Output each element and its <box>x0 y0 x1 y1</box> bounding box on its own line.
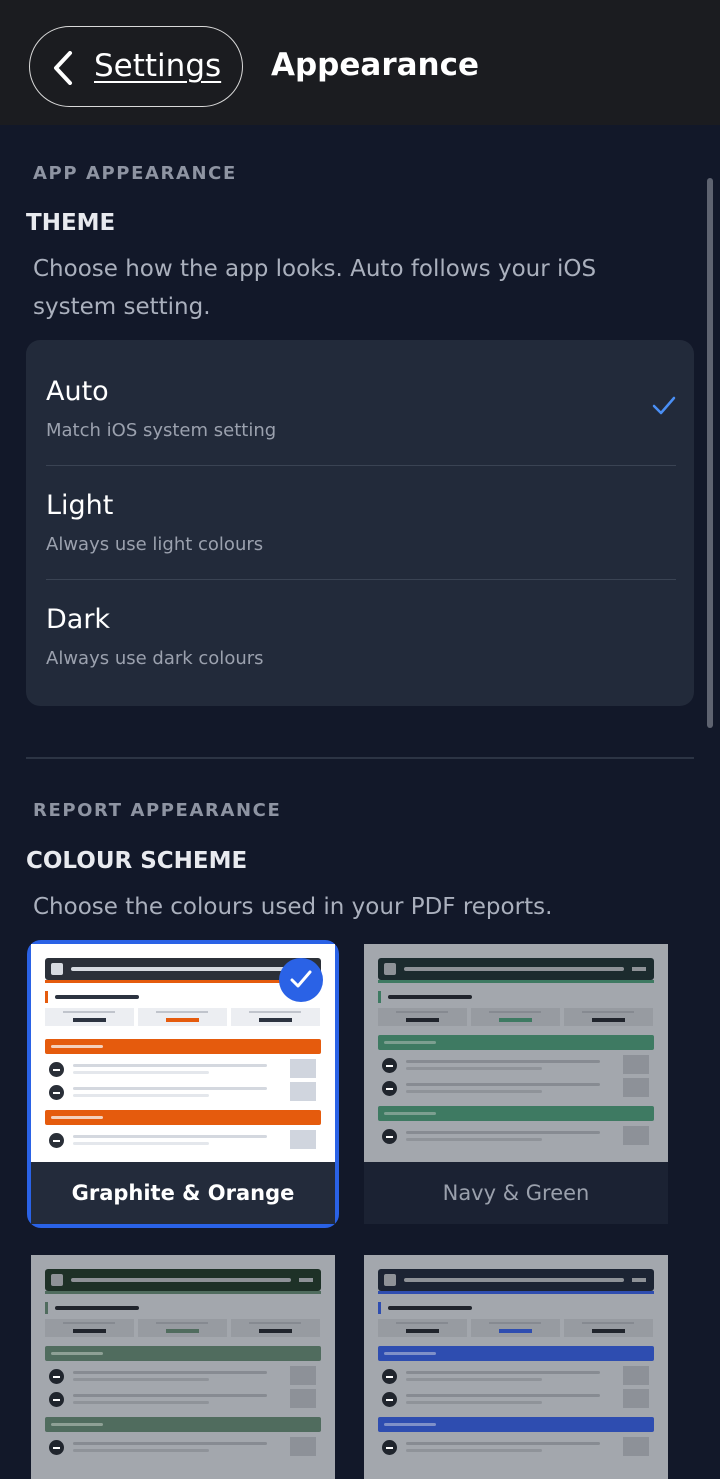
colour-scheme-graphite-orange[interactable]: Graphite & Orange <box>27 940 339 1228</box>
preview-row <box>378 1055 654 1075</box>
preview-section-bar <box>45 1039 321 1054</box>
preview-section-bar <box>378 1106 654 1121</box>
preview-section-bar <box>378 1417 654 1432</box>
preview-stat <box>378 1008 467 1026</box>
preview-stat <box>471 1319 560 1337</box>
preview-row <box>378 1078 654 1098</box>
preview-title-line <box>55 995 139 999</box>
section-label-app-appearance: APP APPEARANCE <box>33 163 237 184</box>
scheme-preview <box>364 1255 668 1479</box>
preview-accent-mark <box>378 991 381 1003</box>
preview-stat <box>231 1319 320 1337</box>
colour-scheme-option-3[interactable] <box>31 1255 335 1479</box>
preview-stat <box>45 1319 134 1337</box>
scheme-preview <box>31 1255 335 1479</box>
preview-section-bar <box>45 1110 321 1125</box>
preview-stat <box>45 1008 134 1026</box>
preview-title-line <box>388 1306 472 1310</box>
preview-stat <box>231 1008 320 1026</box>
preview-section-bar <box>45 1346 321 1361</box>
preview-row <box>378 1126 654 1146</box>
preview-stat <box>138 1008 227 1026</box>
preview-accent-mark <box>378 1302 381 1314</box>
preview-row <box>45 1082 321 1102</box>
preview-header <box>45 1269 321 1291</box>
theme-option-subtitle: Match iOS system setting <box>46 420 277 441</box>
preview-accent-line <box>45 1291 321 1294</box>
section-divider <box>26 757 694 759</box>
preview-header <box>378 1269 654 1291</box>
section-label-report-appearance: REPORT APPEARANCE <box>33 800 282 821</box>
preview-section-bar <box>45 1417 321 1432</box>
scheme-name: Navy & Green <box>364 1162 668 1224</box>
theme-option-title: Dark <box>46 604 111 635</box>
preview-stat <box>138 1319 227 1337</box>
preview-title-line <box>55 1306 139 1310</box>
preview-section-bar <box>378 1035 654 1050</box>
theme-heading: THEME <box>26 210 116 236</box>
scheme-preview <box>364 944 668 1162</box>
preview-title-line <box>388 995 472 999</box>
scrollbar[interactable] <box>707 178 713 728</box>
selected-badge <box>279 958 323 1002</box>
theme-option-dark[interactable]: Dark Always use dark colours <box>46 568 676 682</box>
preview-row <box>378 1366 654 1386</box>
theme-option-subtitle: Always use light colours <box>46 534 264 555</box>
preview-stat <box>378 1319 467 1337</box>
preview-row <box>378 1437 654 1457</box>
preview-row <box>45 1437 321 1457</box>
preview-accent-mark <box>45 1302 48 1314</box>
checkmark-icon <box>290 970 312 988</box>
preview-row <box>45 1389 321 1409</box>
back-button-label: Settings <box>94 48 222 84</box>
theme-option-light[interactable]: Light Always use light colours <box>46 454 676 568</box>
page-title: Appearance <box>271 47 479 83</box>
preview-section-bar <box>378 1346 654 1361</box>
preview-accent-line <box>378 1291 654 1294</box>
theme-description: Choose how the app looks. Auto follows y… <box>33 256 597 320</box>
preview-stat <box>471 1008 560 1026</box>
preview-row <box>45 1366 321 1386</box>
preview-header <box>378 958 654 980</box>
colour-scheme-description: Choose the colours used in your PDF repo… <box>33 894 553 920</box>
scheme-name: Graphite & Orange <box>31 1162 335 1224</box>
preview-row <box>45 1059 321 1079</box>
colour-scheme-navy-green[interactable]: Navy & Green <box>364 944 668 1224</box>
theme-option-title: Light <box>46 490 114 521</box>
theme-option-subtitle: Always use dark colours <box>46 648 264 669</box>
colour-scheme-heading: COLOUR SCHEME <box>26 848 248 874</box>
preview-row <box>378 1389 654 1409</box>
navigation-bar: Settings Appearance <box>0 0 720 125</box>
back-button[interactable]: Settings <box>29 26 243 107</box>
chevron-left-icon <box>54 51 72 85</box>
theme-option-title: Auto <box>46 376 109 407</box>
theme-options-card: Auto Match iOS system setting Light Alwa… <box>26 340 694 706</box>
colour-scheme-option-4[interactable] <box>364 1255 668 1479</box>
preview-accent-mark <box>45 991 48 1003</box>
preview-stat <box>564 1008 653 1026</box>
theme-option-auto[interactable]: Auto Match iOS system setting <box>46 340 676 454</box>
checkmark-icon <box>652 396 676 415</box>
preview-stat <box>564 1319 653 1337</box>
preview-row <box>45 1130 321 1150</box>
preview-accent-line <box>378 980 654 983</box>
